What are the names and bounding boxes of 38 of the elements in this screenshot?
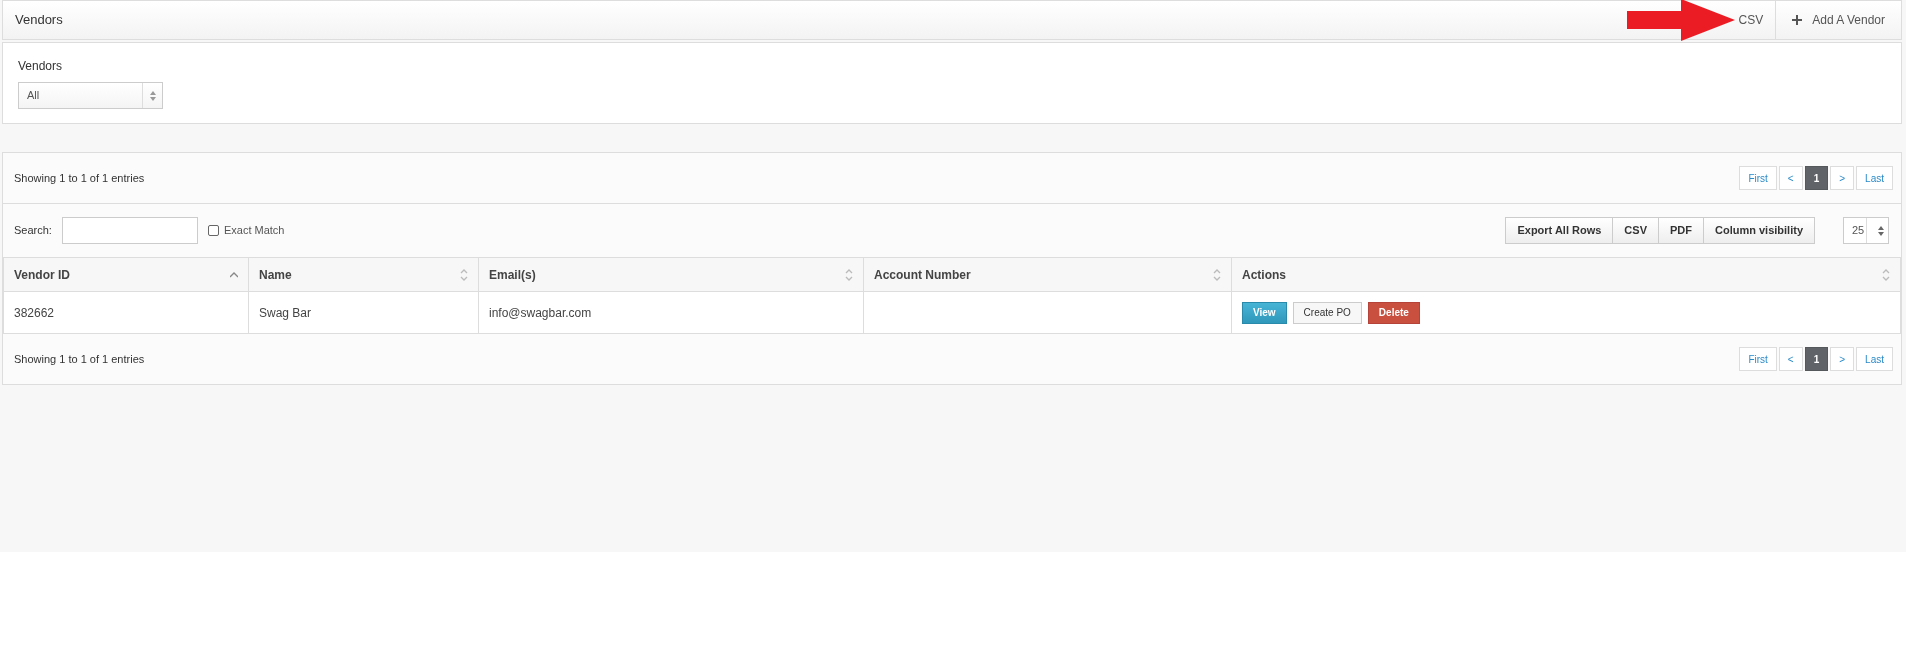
page-button[interactable]: First [1739, 166, 1777, 190]
search-label: Search: [14, 223, 52, 239]
export-button[interactable]: Export All Rows [1505, 217, 1614, 244]
page-button[interactable]: > [1830, 347, 1855, 371]
page-button[interactable]: First [1739, 347, 1777, 371]
vendor-select[interactable]: All [18, 82, 163, 109]
table-cell: Swag Bar [259, 305, 312, 320]
page-button[interactable]: Last [1856, 166, 1893, 190]
export-button[interactable]: Column visibility [1703, 217, 1815, 244]
table-cell: info@swagbar.com [489, 305, 592, 320]
field-label: Vendors [18, 58, 64, 75]
search-field[interactable] [61, 217, 198, 244]
export-button[interactable]: CSV [1612, 217, 1659, 244]
column-header[interactable]: Actions [1231, 257, 1901, 292]
entries-info: Showing 1 to 1 of 1 entries [14, 170, 146, 186]
column-header[interactable]: Email(s) [478, 257, 864, 292]
page-button[interactable]: Last [1856, 347, 1893, 371]
export-button[interactable]: PDF [1658, 217, 1704, 244]
header-button[interactable]: CSV [1738, 1, 1776, 39]
page-button[interactable]: < [1778, 166, 1803, 190]
header-button[interactable]: Add A Vendor [1775, 1, 1901, 39]
page-button[interactable]: 1 [1804, 166, 1829, 190]
action-button[interactable]: Delete [1367, 301, 1420, 324]
entries-info: Showing 1 to 1 of 1 entries [14, 351, 146, 367]
column-header[interactable]: Account Number [863, 257, 1232, 292]
column-header[interactable]: Vendor ID [3, 257, 249, 292]
plus-icon [1792, 15, 1803, 25]
exact-match-checkbox[interactable]: Exact Match [207, 222, 285, 239]
spinner-icon [149, 90, 156, 101]
column-header[interactable]: Name [248, 257, 479, 292]
page-button[interactable]: > [1830, 166, 1855, 190]
page-button[interactable]: 1 [1804, 347, 1829, 371]
spinner-icon [1878, 225, 1885, 236]
page-title: Vendors [14, 11, 64, 30]
page-button[interactable]: < [1778, 347, 1803, 371]
action-button[interactable]: Create PO [1292, 301, 1362, 324]
page-length-select[interactable]: 25 [1843, 217, 1889, 244]
table-cell: 382662 [14, 305, 55, 320]
